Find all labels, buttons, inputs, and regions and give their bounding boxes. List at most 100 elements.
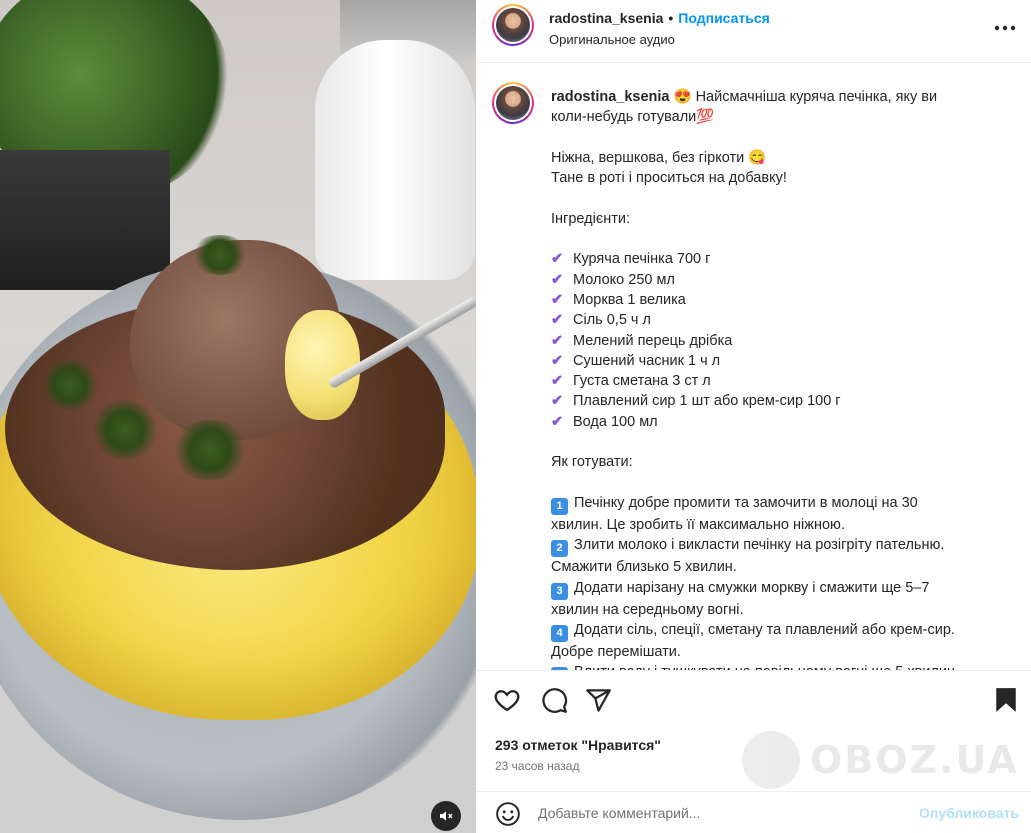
separator-dot: • — [668, 10, 674, 26]
ingredient-item: ✔ Вода 100 мл — [551, 412, 1011, 432]
ingredient-item: ✔ Густа сметана 3 ст л — [551, 371, 1011, 391]
likes-count[interactable]: 293 отметок "Нравится" — [495, 737, 661, 753]
mute-button[interactable] — [431, 801, 461, 831]
check-icon: ✔ — [551, 312, 564, 329]
ingredient-item: ✔ Сушений часник 1 ч л — [551, 351, 1011, 371]
comment-bar: Опубликовать — [476, 791, 1031, 833]
ingredient-text: Сіль 0,5 ч л — [573, 312, 651, 329]
check-icon: ✔ — [551, 332, 564, 349]
caption-line: Тане в роті і проситься на добавку! — [551, 170, 787, 187]
watermark: OBOZ.UA — [742, 731, 1019, 789]
step-text: Додати сіль, спеції, сметану та плавлени… — [574, 621, 955, 638]
like-button[interactable] — [492, 685, 522, 715]
emoji-button[interactable] — [495, 801, 521, 827]
caption-gap — [551, 229, 1011, 249]
comments-area[interactable]: radostina_ksenia 😍 Найсмачніша куряча печ… — [476, 64, 1031, 670]
caption-line: коли-небудь готували💯 — [551, 109, 715, 126]
check-icon: ✔ — [551, 393, 564, 410]
check-icon: ✔ — [551, 291, 564, 308]
ingredient-list: ✔ Куряча печінка 700 г ✔ Молоко 250 мл ✔ Морк… — [551, 249, 1011, 432]
check-icon: ✔ — [551, 271, 564, 288]
audio-label[interactable]: Оригинальное аудио — [549, 32, 675, 47]
ingredient-item: ✔ Молоко 250 мл — [551, 270, 1011, 290]
post-image[interactable] — [0, 0, 476, 833]
step-text-continued: Смажити близько 5 хвилин. — [551, 559, 737, 576]
ingredient-item: ✔ Сіль 0,5 ч л — [551, 310, 1011, 330]
step-text-continued: хвилин на середньому вогні. — [551, 601, 744, 618]
step-text-continued: Добре перемішати. — [551, 643, 681, 660]
step-text-continued: хвилин. Це зробить її максимально ніжною… — [551, 516, 845, 533]
cat-jar — [315, 40, 475, 280]
ingredient-item: ✔ Мелений перець дрібка — [551, 331, 1011, 351]
dill-garnish — [40, 360, 100, 410]
ingredient-text: Сушений часник 1 ч л — [573, 352, 721, 369]
post-panel: radostina_ksenia • Подписаться Оригинально… — [476, 0, 1031, 833]
ingredients-title: Інгредієнти: — [551, 210, 630, 227]
check-icon: ✔ — [551, 413, 564, 430]
caption-text: radostina_ksenia 😍 Найсмачніша куряча печ… — [551, 87, 1011, 670]
step-item: 2 Злити молоко і викласти печінку на розі… — [551, 535, 1011, 558]
dill-garnish — [190, 235, 250, 275]
step-text: Злити молоко і викласти печінку на розіг… — [574, 537, 945, 554]
comment-input[interactable] — [538, 800, 898, 826]
step-item: 5Влити воду і тушкувати на повільному во… — [551, 662, 1011, 670]
ingredient-item: ✔ Морква 1 велика — [551, 290, 1011, 310]
follow-button[interactable]: Подписаться — [678, 10, 770, 26]
step-number-badge: 2 — [551, 540, 568, 558]
step-number-badge: 4 — [551, 624, 568, 642]
check-icon: ✔ — [551, 251, 564, 268]
post-header: radostina_ksenia • Подписаться Оригинально… — [476, 0, 1031, 63]
share-button[interactable] — [583, 685, 613, 715]
dill-garnish — [170, 420, 250, 480]
step-number-badge: 1 — [551, 497, 568, 515]
ingredient-item: ✔ Куряча печінка 700 г — [551, 249, 1011, 269]
post-comment-button[interactable]: Опубликовать — [919, 805, 1019, 821]
header-username[interactable]: radostina_ksenia — [549, 10, 663, 26]
caption-gap — [551, 432, 1011, 452]
step-text: Додати нарізану на смужки моркву і смажи… — [574, 579, 930, 596]
post-time[interactable]: 23 часов назад — [495, 759, 579, 773]
step-item: 1 Печінку добре промити та замочити в мол… — [551, 493, 1011, 515]
more-options-button[interactable] — [993, 16, 1017, 40]
step-number-badge: 3 — [551, 582, 568, 600]
ingredient-text: Густа сметана 3 ст л — [573, 373, 711, 390]
emoji-icon — [496, 802, 520, 826]
ingredient-text: Вода 100 мл — [573, 413, 658, 430]
ingredient-item: ✔ Плавлений сир 1 шт або крем-сир 100 г — [551, 391, 1011, 411]
heart-icon — [494, 690, 520, 712]
ingredient-text: Морква 1 велика — [573, 291, 686, 308]
caption-line: 😍 Найсмачніша куряча печінка, яку ви — [673, 89, 938, 105]
step-list: 1 Печінку добре промити та замочити в мол… — [551, 493, 1011, 670]
mute-icon — [440, 811, 453, 821]
watermark-text: OBOZ.UA — [810, 738, 1019, 782]
step-item: 3 Додати нарізану на смужки моркву і смаж… — [551, 578, 1011, 600]
step-text: Печінку добре промити та замочити в моло… — [574, 494, 918, 511]
caption-gap — [551, 473, 1011, 493]
bookmark-icon — [996, 688, 1016, 712]
how-title: Як готувати: — [551, 454, 633, 471]
caption-line: Ніжна, вершкова, без гіркоти 😋 — [551, 149, 767, 166]
check-icon: ✔ — [551, 352, 564, 369]
check-icon: ✔ — [551, 373, 564, 390]
ingredient-text: Плавлений сир 1 шт або крем-сир 100 г — [573, 393, 841, 410]
dill-garnish — [90, 400, 160, 460]
comment-button[interactable] — [539, 685, 569, 715]
caption-username[interactable]: radostina_ksenia — [551, 89, 669, 105]
potato-bite — [285, 310, 360, 420]
avatar[interactable] — [492, 82, 534, 124]
more-icon — [994, 25, 1016, 31]
actions-section: 293 отметок "Нравится" 23 часов назад OB… — [476, 670, 1031, 791]
ingredient-text: Молоко 250 мл — [573, 271, 675, 288]
caption-gap — [551, 188, 1011, 208]
step-item: 4 Додати сіль, спеції, сметану та плавлен… — [551, 620, 1011, 642]
save-button[interactable] — [991, 685, 1021, 715]
plant-pot — [0, 150, 170, 290]
watermark-logo — [742, 731, 800, 789]
avatar[interactable] — [492, 4, 534, 46]
share-icon — [585, 688, 611, 712]
ingredient-text: Мелений перець дрібка — [573, 332, 733, 349]
ingredient-text: Куряча печінка 700 г — [573, 251, 711, 268]
header-name-line: radostina_ksenia • Подписаться — [549, 10, 770, 26]
caption-gap — [551, 128, 1011, 148]
comment-icon — [541, 687, 567, 713]
